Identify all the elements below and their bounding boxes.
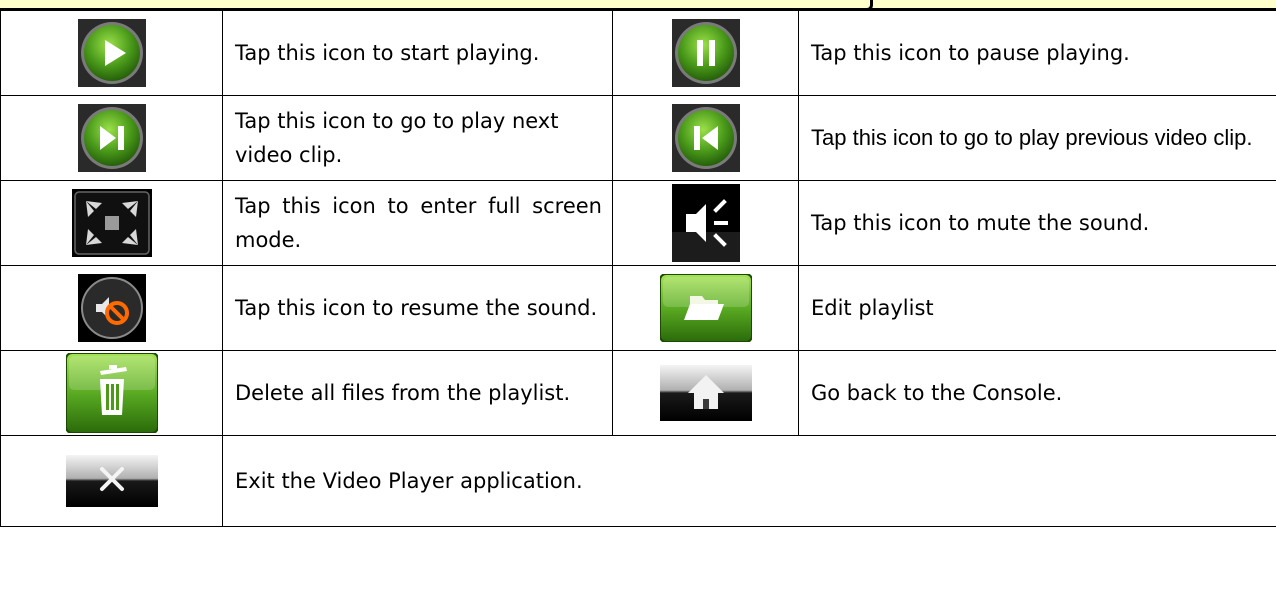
icon-description: Exit the Video Player application. <box>222 435 1276 527</box>
mute-icon <box>671 184 740 262</box>
table-row: Delete all files from the playlist. Go b… <box>0 350 1276 436</box>
close-icon <box>65 455 158 507</box>
icon-description: Tap this icon to mute the sound. <box>798 180 1276 266</box>
pause-icon <box>671 19 740 87</box>
resume-sound-icon <box>77 274 146 342</box>
icon-description: Tap this icon to resume the sound. <box>222 265 613 351</box>
trash-icon <box>65 353 158 433</box>
icon-cell <box>0 95 223 181</box>
icon-description: Tap this icon to go to play previous vid… <box>798 95 1276 181</box>
table-row: Tap this icon to enter full screen mode.… <box>0 180 1276 266</box>
table-row: Tap this icon to start playing. Tap this… <box>0 10 1276 96</box>
icon-cell <box>0 10 223 96</box>
icon-description: Delete all files from the playlist. <box>222 350 613 436</box>
fullscreen-icon <box>71 189 152 257</box>
icon-description: Tap this icon to go to play next video c… <box>222 95 613 181</box>
folder-icon <box>659 274 752 342</box>
header-band <box>0 0 1276 11</box>
icon-table: Tap this icon to start playing. Tap this… <box>0 10 1276 527</box>
icon-cell <box>0 265 223 351</box>
home-icon <box>659 365 752 421</box>
icon-description: Go back to the Console. <box>798 350 1276 436</box>
icon-description: Edit playlist <box>798 265 1276 351</box>
icon-description: Tap this icon to enter full screen mode. <box>222 180 613 266</box>
icon-cell <box>612 265 799 351</box>
icon-cell <box>612 10 799 96</box>
icon-cell <box>0 350 223 436</box>
icon-cell <box>0 180 223 266</box>
play-icon <box>77 19 146 87</box>
icon-description: Tap this icon to start playing. <box>222 10 613 96</box>
table-row: Tap this icon to resume the sound. Edit … <box>0 265 1276 351</box>
icon-description: Tap this icon to pause playing. <box>798 10 1276 96</box>
icon-cell <box>0 435 223 527</box>
icon-cell <box>612 180 799 266</box>
icon-cell <box>612 95 799 181</box>
table-row: Exit the Video Player application. <box>0 435 1276 527</box>
next-clip-icon <box>77 104 146 172</box>
prev-clip-icon <box>671 104 740 172</box>
icon-cell <box>612 350 799 436</box>
table-row: Tap this icon to go to play next video c… <box>0 95 1276 181</box>
